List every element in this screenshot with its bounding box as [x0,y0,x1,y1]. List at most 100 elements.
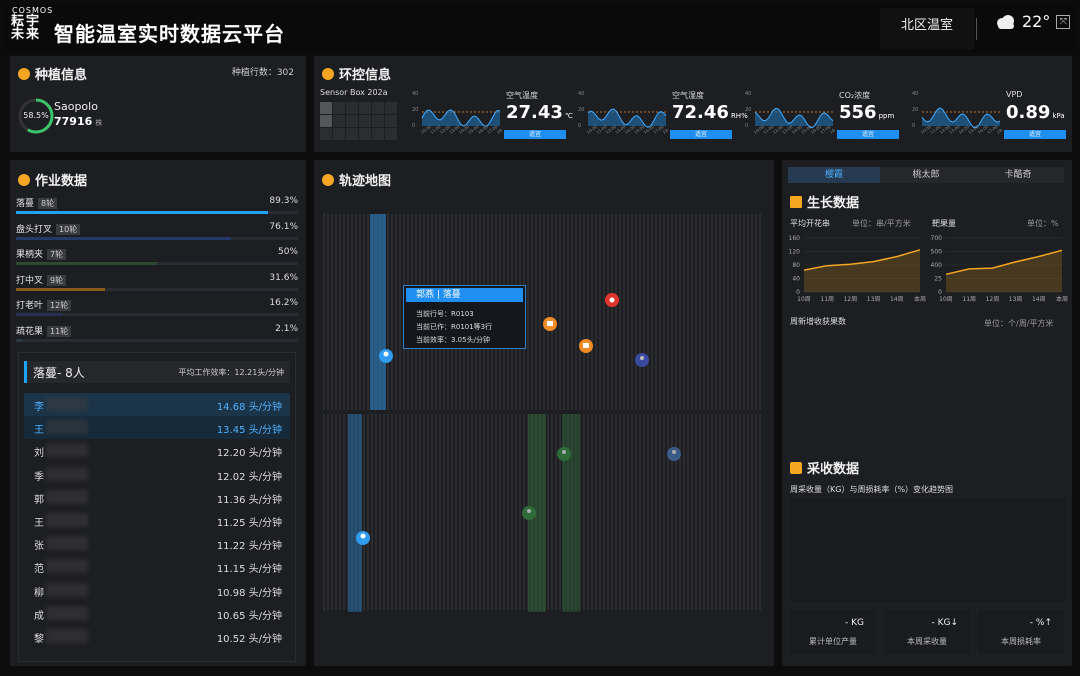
sparkline-area [755,108,833,128]
worker-marker[interactable] [543,317,557,331]
growth-icon [790,195,802,208]
worker-marker[interactable] [522,506,536,520]
logo-mark: 耘宇未来 [11,14,42,42]
worker-marker[interactable] [667,447,681,461]
team-efficiency: 平均工作效率：12.21头/分钟 [178,368,284,377]
worker-row[interactable]: 刘 12.20 头/分钟 [24,439,290,462]
location-selector[interactable]: 北区温室 [880,8,974,50]
worker-row[interactable]: 张 11.22 头/分钟 [24,532,290,555]
tooltip-done: 当前已作：R0101等3行 [416,323,493,331]
task-percent: 16.2% [269,298,298,309]
y-tick: 0 [796,289,800,296]
sensor-cell[interactable] [333,115,345,127]
worker-marker[interactable] [635,353,649,367]
work-progress-row[interactable]: 盘头打叉 10轮 76.1% [16,222,298,240]
header: COSMOS 耘宇未来 智能温室实时数据云平台 北区温室 22° ⤧ [4,4,1076,52]
tab-variety-3[interactable]: 卡酷奇 [972,167,1064,183]
sensor-cell[interactable] [346,102,358,114]
x-tick: 11周 [962,296,976,303]
worker-marker[interactable] [579,339,593,353]
env-unit: kPa [1052,112,1065,120]
work-progress-row[interactable]: 疏花果 11轮 2.1% [16,324,298,342]
worker-name: 李 [34,402,44,413]
sensor-cell[interactable] [359,102,371,114]
growth-title: 生长数据 [790,192,859,211]
fullscreen-icon[interactable]: ⤧ [1056,14,1071,29]
sensor-cell[interactable] [320,102,332,114]
task-label: 打老叶 [16,301,44,312]
worker-row[interactable]: 柳 10.98 头/分钟 [24,579,290,602]
sensor-cell[interactable] [333,102,345,114]
sensor-cell[interactable] [372,115,384,127]
worker-row[interactable]: 成 10.65 头/分钟 [24,602,290,625]
worker-row[interactable]: 郭 11.36 头/分钟 [24,486,290,509]
name-mask [46,466,88,481]
sensor-cell[interactable] [385,115,397,127]
worker-row[interactable]: 黎 10.52 头/分钟 [24,625,290,648]
name-mask [46,489,88,504]
sensor-cell[interactable] [346,128,358,140]
worker-name: 张 [34,541,44,553]
worker-marker[interactable] [605,293,619,307]
worker-rate: 11.36 头/分钟 [216,494,282,506]
flower-chart-title: 平均开花串 [790,219,830,228]
progress-fill [16,287,106,291]
env-card: 40 20 0 10:00 11:00 12:00 13:00 14:00 15:00 16:00… [410,88,573,144]
sensor-cell[interactable] [372,128,384,140]
status-button[interactable]: 适宜 [837,130,899,139]
worker-row[interactable]: 李 14.68 头/分钟 [24,393,290,416]
status-button[interactable]: 适宜 [504,130,566,139]
sensor-cell[interactable] [359,128,371,140]
env-value: 556 ppm [839,102,895,123]
sensor-cell[interactable] [346,115,358,127]
progress-fill [16,236,231,240]
worker-name: 郭 [34,494,44,506]
weekly-chart-title: 周新增收获果数 [790,317,846,326]
env-value: 27.43 ℃ [506,102,573,123]
sensor-cell[interactable] [359,115,371,127]
tab-variety-1[interactable]: 樱霞 [788,167,880,183]
worker-marker[interactable] [379,349,393,363]
worker-rate: 10.98 头/分钟 [216,587,282,599]
work-progress-row[interactable]: 落蔓 8轮 89.3% [16,196,298,214]
y-tick: 80 [792,262,800,269]
sensor-cell[interactable] [333,128,345,140]
y-tick: 25 [934,276,942,283]
env-sparkline: 40200 10:0011:0012:0013:0014:0015:0016:00… [745,91,841,135]
series-area [804,249,920,292]
sensor-cell[interactable] [320,128,332,140]
worker-row[interactable]: 季 12.02 头/分钟 [24,463,290,486]
sensor-cell[interactable] [372,102,384,114]
y-tick: 0 [938,289,942,296]
env-sparkline: 40200 10:0011:0012:0013:0014:0015:0016:00… [412,91,508,135]
worker-marker[interactable] [356,531,370,545]
tab-variety-2[interactable]: 桃太郎 [880,167,972,183]
worker-name: 王 [34,425,44,437]
work-progress-row[interactable]: 果柄夹 7轮 50% [16,247,298,266]
task-count: 12轮 [47,300,72,312]
weather-widget: 22° ⤧ [994,12,1071,31]
sensor-name: Sensor Box 202a [320,88,388,97]
work-progress-row[interactable]: 打中叉 9轮 31.6% [16,273,298,291]
env-card: 40 20 0 10:00 11:00 12:00 13:00 14:00 15:00 16:00… [743,88,903,144]
stat-label: 本周损耗率 [1001,637,1041,646]
sensor-cell[interactable] [385,102,397,114]
status-button[interactable]: 适宜 [670,130,732,139]
sensor-cell[interactable] [385,128,397,140]
worker-row[interactable]: 王 11.25 头/分钟 [24,509,290,532]
name-mask [46,536,88,551]
y-tick: 40 [745,91,751,97]
worker-rate: 14.68 头/分钟 [216,402,282,413]
work-progress-row[interactable]: 打老叶 12轮 16.2% [16,298,298,317]
status-button[interactable]: 适宜 [1004,130,1066,139]
worker-row[interactable]: 王 13.45 头/分钟 [24,416,290,440]
flower-chart: 160 120 80 40 010周 11周 12周 13周 14周 本周 [789,235,926,303]
weekly-chart-unit: 单位：个/周/平方米 [984,319,1054,328]
worker-tooltip: 郭燕 | 落蔓 当前行号：R0103 当前已作：R0101等3行 当前效率：3.… [403,285,526,349]
sensor-cell[interactable] [320,115,332,127]
worker-rate: 10.65 头/分钟 [216,610,282,622]
worker-marker[interactable] [557,447,571,461]
worker-row[interactable]: 范 11.15 头/分钟 [24,555,290,578]
progress-track [16,339,298,342]
env-label: 空气湿度 [672,91,704,100]
